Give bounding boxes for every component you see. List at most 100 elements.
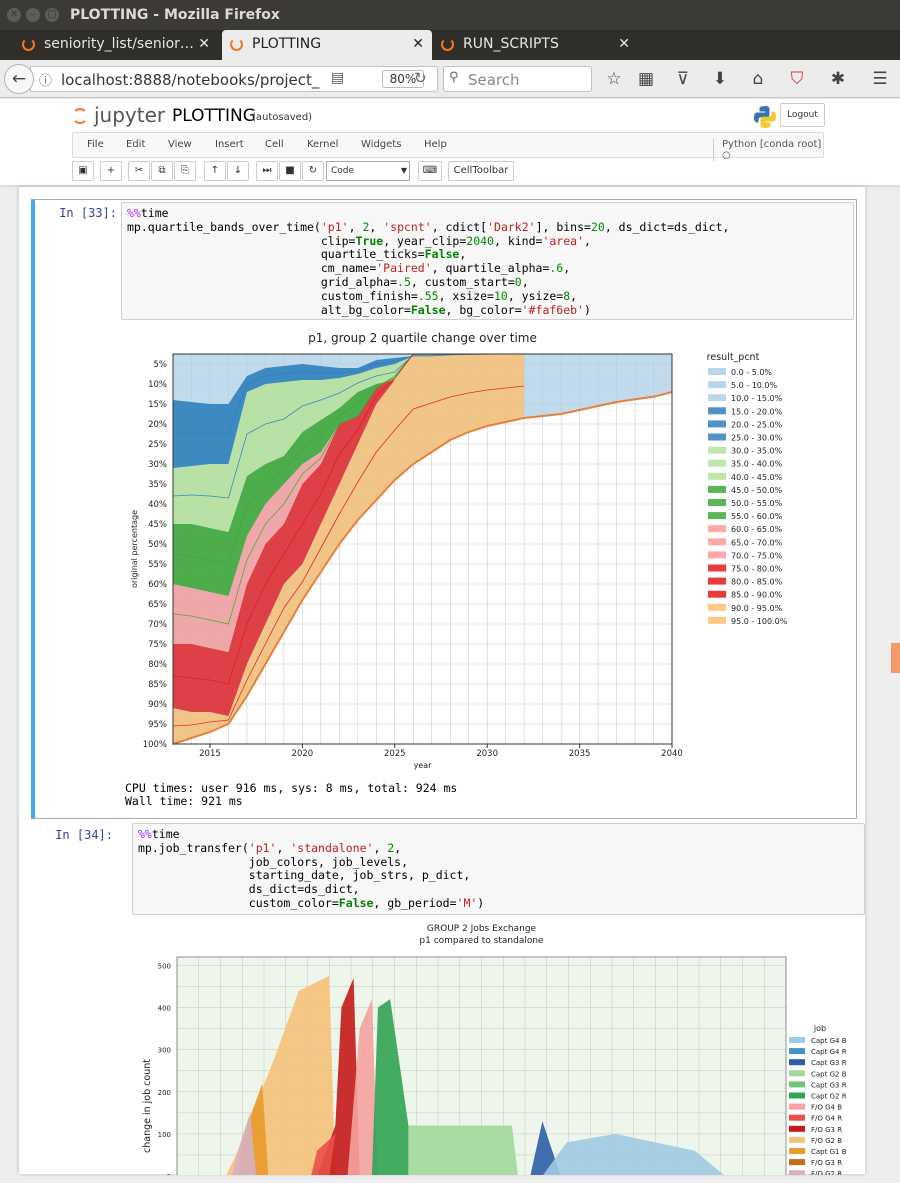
- pocket-icon[interactable]: ⊽: [671, 67, 695, 91]
- y-tick-label: 30%: [148, 460, 167, 470]
- menu-kernel[interactable]: Kernel: [307, 139, 338, 150]
- reader-view-icon[interactable]: ▤: [331, 70, 344, 86]
- legend-swatch: [708, 512, 726, 520]
- chart-title: p1, group 2 quartile change over time: [308, 331, 537, 345]
- reload-icon[interactable]: ↻: [414, 69, 427, 87]
- notebook-name[interactable]: PLOTTING: [172, 106, 256, 126]
- jupyter-logo[interactable]: jupyter: [72, 103, 165, 127]
- y-tick-label: 100%: [143, 740, 167, 750]
- page-scroll-marker[interactable]: [891, 643, 900, 673]
- y-tick-label: 25%: [148, 440, 167, 450]
- legend-swatch: [789, 1092, 805, 1099]
- tab-plotting[interactable]: PLOTTING ✕: [222, 30, 432, 60]
- restart-kernel-icon[interactable]: ↻: [302, 161, 324, 181]
- jupyter-tab-icon: [230, 38, 243, 51]
- cut-icon[interactable]: ✂: [128, 161, 150, 181]
- menu-file[interactable]: File: [87, 139, 104, 150]
- move-up-icon[interactable]: ↑: [204, 161, 226, 181]
- legend-swatch: [789, 1059, 805, 1066]
- code-input[interactable]: %%time mp.quartile_bands_over_time('p1', …: [121, 202, 854, 320]
- legend-swatch: [708, 472, 726, 480]
- extension-bug-icon[interactable]: ✱: [826, 67, 850, 91]
- url-bar[interactable]: ⓘ localhost:8888/notebooks/project_ ▤ 80…: [30, 66, 438, 92]
- legend-label: 45.0 - 50.0%: [731, 486, 783, 495]
- legend-swatch: [789, 1170, 805, 1175]
- back-button[interactable]: ←: [4, 64, 34, 94]
- paste-icon[interactable]: ⎘: [174, 161, 196, 181]
- command-palette-icon[interactable]: ⌨: [418, 161, 442, 181]
- code-cell-34[interactable]: In [34]: %%time mp.job_transfer('p1', 'st…: [31, 823, 865, 1183]
- legend-title: result_pcnt: [707, 352, 760, 363]
- jupyter-header: jupyter PLOTTING (autosaved) Logout File…: [0, 99, 900, 185]
- search-bar[interactable]: ⚲ Search: [443, 66, 592, 92]
- reading-list-icon[interactable]: ▦: [634, 67, 658, 91]
- menu-help[interactable]: Help: [424, 139, 447, 150]
- legend-label: 80.0 - 85.0%: [731, 578, 783, 587]
- search-icon: ⚲: [449, 70, 459, 85]
- menu-view[interactable]: View: [168, 139, 192, 150]
- x-tick-label: 2020: [292, 749, 314, 759]
- url-text[interactable]: localhost:8888/notebooks/project_: [61, 71, 319, 89]
- home-icon[interactable]: ⌂: [746, 67, 770, 91]
- cell-type-select[interactable]: Code ▼: [326, 161, 410, 181]
- menu-insert[interactable]: Insert: [215, 139, 244, 150]
- move-down-icon[interactable]: ↓: [227, 161, 249, 181]
- save-status: (autosaved): [252, 112, 313, 123]
- quartile-bands-chart: p1, group 2 quartile change over time 5% 1…: [130, 331, 788, 770]
- x-tick-label: 2025: [384, 749, 406, 759]
- legend-swatch: [708, 368, 726, 375]
- jupyter-logo-icon: [72, 108, 88, 124]
- tab-run-scripts[interactable]: RUN_SCRIPTS ✕: [433, 30, 638, 60]
- code-input[interactable]: %%time mp.job_transfer('p1', 'standalone'…: [132, 823, 865, 915]
- insert-cell-icon[interactable]: +: [100, 161, 122, 181]
- maximize-window-icon[interactable]: □: [45, 8, 59, 22]
- y-axis-label: change in job count: [142, 1059, 153, 1153]
- code-cell-33[interactable]: In [33]: %%time mp.quartile_bands_over_ti…: [31, 199, 857, 819]
- input-prompt: In [33]:: [59, 206, 117, 220]
- legend-swatch: [789, 1081, 805, 1088]
- run-cell-icon[interactable]: ⏭: [256, 161, 278, 181]
- legend-swatch: [789, 1114, 805, 1121]
- bookmark-star-icon[interactable]: ☆: [602, 67, 626, 91]
- info-icon[interactable]: ⓘ: [39, 70, 52, 89]
- close-tab-icon[interactable]: ✕: [618, 30, 630, 58]
- legend-label: Capt G3 R: [811, 1081, 847, 1089]
- legend-label: Capt G3 R: [811, 1059, 847, 1067]
- tab-seniority-list[interactable]: seniority_list/senior… ✕: [14, 30, 218, 60]
- legend-label: F/O G3 R: [811, 1126, 842, 1134]
- menu-edit[interactable]: Edit: [126, 139, 145, 150]
- menu-widgets[interactable]: Widgets: [361, 139, 401, 150]
- legend-label: F/O G4 B: [811, 1104, 842, 1112]
- legend-label: Capt G4 R: [811, 1048, 847, 1056]
- x-tick-label: 2040: [661, 749, 683, 759]
- legend-swatch: [708, 485, 726, 493]
- save-icon[interactable]: ▣: [72, 161, 94, 181]
- copy-icon[interactable]: ⧉: [151, 161, 173, 181]
- minimize-window-icon[interactable]: –: [26, 8, 40, 22]
- close-tab-icon[interactable]: ✕: [198, 30, 210, 58]
- ublock-shield-icon[interactable]: ⛉: [785, 67, 809, 91]
- menu-hamburger-icon[interactable]: ☰: [868, 67, 892, 91]
- celltoolbar-button[interactable]: CellToolbar: [448, 161, 514, 181]
- search-placeholder: Search: [468, 71, 520, 89]
- close-window-icon[interactable]: ✕: [7, 8, 21, 22]
- x-tick-label: 2035: [569, 749, 591, 759]
- jupyter-tab-icon: [22, 38, 35, 51]
- logout-button[interactable]: Logout: [780, 103, 825, 127]
- input-prompt: In [34]:: [55, 828, 113, 842]
- close-tab-icon[interactable]: ✕: [412, 30, 424, 58]
- x-axis-label: year: [414, 761, 433, 770]
- menu-cell[interactable]: Cell: [265, 139, 284, 150]
- legend-swatch: [789, 1125, 805, 1132]
- legend-swatch: [708, 577, 726, 585]
- legend-swatch: [708, 446, 726, 454]
- y-tick-label: 65%: [148, 600, 167, 610]
- legend-swatch: [789, 1159, 805, 1166]
- legend-label: 70.0 - 75.0%: [731, 551, 783, 560]
- jupyter-tab-icon: [441, 38, 454, 51]
- window-titlebar: ✕ – □ PLOTTING - Mozilla Firefox: [0, 0, 900, 30]
- y-axis-label: original percentage: [130, 510, 139, 588]
- download-icon[interactable]: ⬇: [708, 67, 732, 91]
- legend-swatch: [708, 459, 726, 467]
- interrupt-icon[interactable]: ■: [279, 161, 301, 181]
